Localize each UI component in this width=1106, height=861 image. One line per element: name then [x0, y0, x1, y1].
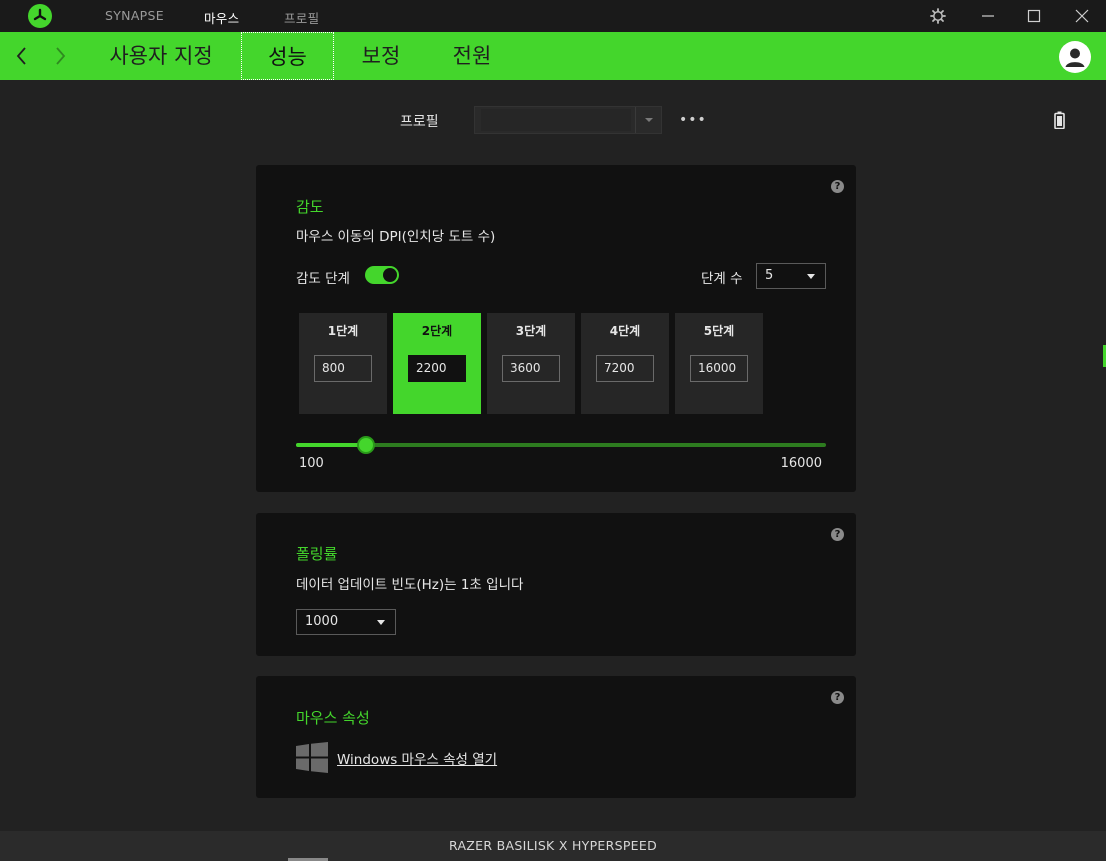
polling-rate-value: 1000	[305, 614, 339, 629]
mouse-properties-card: ? 마우스 속성 Windows 마우스 속성 열기	[256, 676, 856, 798]
title-bar: SYNAPSE 마우스 프로필	[0, 0, 1106, 32]
toggle-knob	[383, 268, 397, 282]
chevron-down-icon	[807, 274, 815, 279]
windows-logo-icon	[296, 742, 328, 777]
profile-dropdown[interactable]	[474, 106, 662, 134]
tab-power[interactable]: 전원	[442, 32, 502, 80]
dpi-stage-label: 3단계	[515, 324, 547, 338]
maximize-icon[interactable]	[1024, 6, 1044, 26]
sensitivity-description: 마우스 이동의 DPI(인치당 도트 수)	[296, 229, 496, 245]
help-icon[interactable]: ?	[831, 180, 844, 193]
razer-logo-icon[interactable]	[28, 4, 52, 28]
dpi-stage-input[interactable]: 2200	[408, 355, 466, 382]
profile-label: 프로필	[400, 114, 439, 130]
top-tab-synapse[interactable]: SYNAPSE	[105, 8, 164, 23]
close-icon[interactable]	[1072, 6, 1092, 26]
tab-customize[interactable]: 사용자 지정	[98, 32, 224, 80]
back-arrow-icon[interactable]	[12, 44, 32, 68]
minimize-icon[interactable]	[978, 6, 998, 26]
section-nav-bar: 사용자 지정 성능 보정 전원	[0, 32, 1106, 80]
help-icon[interactable]: ?	[831, 528, 844, 541]
polling-rate-select[interactable]: 1000	[296, 609, 396, 635]
chevron-down-icon	[635, 107, 661, 133]
dpi-stage-input[interactable]: 7200	[596, 355, 654, 382]
dpi-slider-max-label: 16000	[780, 456, 822, 471]
dpi-stage-input[interactable]: 3600	[502, 355, 560, 382]
sensitivity-stages-label: 감도 단계	[296, 271, 350, 287]
top-tab-mouse[interactable]: 마우스	[204, 8, 239, 27]
dpi-stage-4[interactable]: 4단계 7200	[581, 313, 669, 414]
profile-dropdown-value	[481, 109, 631, 131]
tab-calibration[interactable]: 보정	[351, 32, 411, 80]
dpi-stage-3[interactable]: 3단계 3600	[487, 313, 575, 414]
dpi-stage-2[interactable]: 2단계 2200	[393, 313, 481, 414]
sensitivity-stages-toggle[interactable]	[365, 266, 399, 284]
dpi-stage-5[interactable]: 5단계 16000	[675, 313, 763, 414]
dpi-stage-label: 2단계	[421, 324, 453, 338]
dpi-slider-thumb[interactable]	[357, 436, 375, 454]
help-icon[interactable]: ?	[831, 691, 844, 704]
tab-performance[interactable]: 성능	[241, 32, 334, 80]
dpi-stage-label: 4단계	[609, 324, 641, 338]
chevron-down-icon	[377, 620, 385, 625]
stage-count-value: 5	[765, 268, 774, 283]
mouse-properties-title: 마우스 속성	[296, 709, 370, 727]
dpi-stage-input[interactable]: 800	[314, 355, 372, 382]
open-windows-mouse-properties-link[interactable]: Windows 마우스 속성 열기	[337, 748, 497, 768]
battery-icon[interactable]	[1054, 111, 1065, 133]
dpi-slider-min-label: 100	[299, 456, 324, 471]
top-tab-profile[interactable]: 프로필	[284, 8, 319, 27]
settings-gear-icon[interactable]	[928, 6, 948, 26]
dpi-slider-fill	[296, 443, 366, 447]
stage-count-label: 단계 수	[701, 271, 743, 287]
dpi-stage-label: 1단계	[327, 324, 359, 338]
forward-arrow-icon[interactable]	[50, 44, 70, 68]
sensitivity-card: ? 감도 마우스 이동의 DPI(인치당 도트 수) 감도 단계 단계 수 5 …	[256, 165, 856, 492]
device-name-footer: RAZER BASILISK X HYPERSPEED	[0, 831, 1106, 861]
user-avatar-icon[interactable]	[1059, 41, 1091, 73]
dpi-stage-input[interactable]: 16000	[690, 355, 748, 382]
polling-rate-card: ? 폴링률 데이터 업데이트 빈도(Hz)는 1초 입니다 1000	[256, 513, 856, 656]
more-options-button[interactable]: •••	[679, 112, 707, 128]
sensitivity-title: 감도	[296, 198, 324, 216]
polling-rate-title: 폴링률	[296, 545, 338, 563]
polling-rate-description: 데이터 업데이트 빈도(Hz)는 1초 입니다	[296, 577, 524, 593]
dpi-stage-label: 5단계	[703, 324, 735, 338]
dpi-slider[interactable]	[296, 436, 826, 454]
dpi-stage-1[interactable]: 1단계 800	[299, 313, 387, 414]
stage-count-select[interactable]: 5	[756, 263, 826, 289]
